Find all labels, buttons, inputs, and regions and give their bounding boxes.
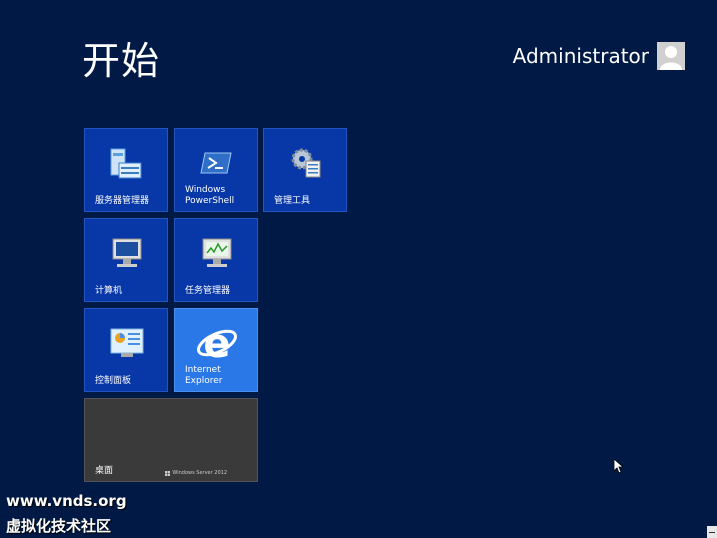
user-avatar-icon bbox=[657, 42, 685, 70]
internet-explorer-icon: e bbox=[195, 321, 239, 369]
start-title: 开始 bbox=[82, 39, 161, 83]
tile-control-panel[interactable]: 控制面板 bbox=[84, 308, 168, 392]
tile-desktop[interactable]: 桌面 Windows Server 2012 bbox=[84, 398, 258, 482]
tile-admin-tools[interactable]: 管理工具 bbox=[263, 128, 347, 212]
tile-internet-explorer[interactable]: e Internet Explorer bbox=[174, 308, 258, 392]
tile-label: Internet Explorer bbox=[185, 365, 223, 386]
tile-label: 控制面板 bbox=[95, 376, 132, 386]
mouse-pointer-icon bbox=[613, 458, 625, 479]
watermark-url: www.vnds.org bbox=[6, 492, 127, 510]
tile-label: 计算机 bbox=[95, 286, 123, 296]
watermark-text: 虚拟化技术社区 bbox=[6, 517, 112, 535]
user-account[interactable]: Administrator bbox=[513, 42, 685, 70]
user-name: Administrator bbox=[512, 44, 649, 68]
windows-logo-icon bbox=[165, 470, 171, 476]
minimize-corner-icon[interactable] bbox=[707, 526, 717, 538]
tile-server-manager[interactable]: 服务器管理器 bbox=[84, 128, 168, 212]
tile-label: Windows PowerShell bbox=[185, 185, 235, 206]
server-manager-icon bbox=[107, 143, 147, 187]
task-manager-icon bbox=[197, 233, 237, 277]
svg-text:e: e bbox=[203, 321, 230, 365]
control-panel-icon bbox=[107, 323, 147, 367]
tile-label: 管理工具 bbox=[274, 196, 311, 206]
computer-icon bbox=[107, 233, 147, 277]
brand-text: Windows Server 2012 bbox=[172, 470, 227, 476]
tile-label: 服务器管理器 bbox=[95, 196, 150, 206]
tile-task-manager[interactable]: 任务管理器 bbox=[174, 218, 258, 302]
tile-computer[interactable]: 计算机 bbox=[84, 218, 168, 302]
tile-label: 任务管理器 bbox=[185, 286, 231, 296]
powershell-icon bbox=[197, 143, 237, 187]
tile-windows-powershell[interactable]: Windows PowerShell bbox=[174, 128, 258, 212]
windows-server-brand: Windows Server 2012 bbox=[165, 470, 227, 476]
tile-label: 桌面 bbox=[95, 466, 114, 476]
admin-tools-icon bbox=[286, 143, 326, 187]
